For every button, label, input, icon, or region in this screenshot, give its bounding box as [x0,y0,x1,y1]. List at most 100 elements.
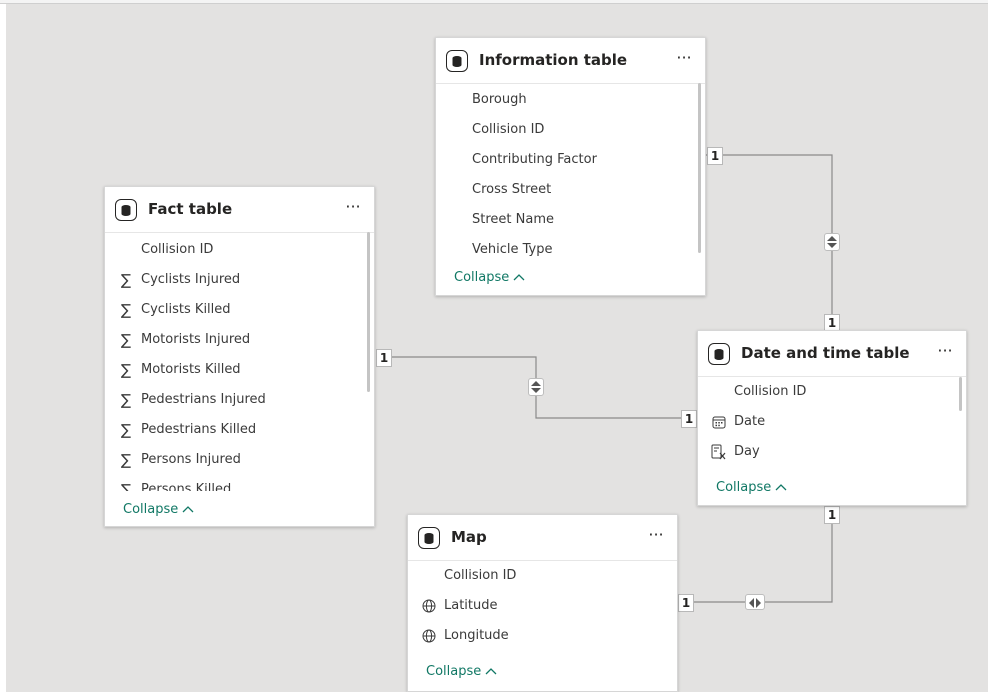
field-row[interactable]: Cross Street [436,175,705,205]
cardinality-badge-datetime: 1 [681,410,697,428]
field-row[interactable]: Collision ID [698,377,966,407]
field-row[interactable]: Street Name [436,205,705,235]
information-table-card[interactable]: Information table ··· Borough Collision … [435,37,706,296]
field-row[interactable]: ∑ Cyclists Killed [105,295,374,325]
sum-icon: ∑ [120,481,132,491]
field-row[interactable]: ∑ Motorists Injured [105,325,374,355]
cross-filter-both-handle[interactable] [824,233,840,251]
cardinality-badge-fact: 1 [376,349,392,367]
relationship-line-information-datetime [706,154,833,330]
field-label: Motorists Killed [141,362,241,377]
field-row[interactable]: Day [698,437,966,467]
table-database-icon [115,199,137,221]
card-header[interactable]: Date and time table ··· [698,331,966,377]
collapse-button[interactable]: Collapse [716,480,787,495]
field-label: Persons Killed [141,482,232,491]
card-header[interactable]: Map ··· [408,515,677,561]
sum-icon: ∑ [120,421,132,439]
field-label: Collision ID [734,384,807,399]
table-title: Fact table [148,200,233,218]
sum-icon: ∑ [120,451,132,469]
more-options-icon[interactable]: ··· [645,527,667,547]
date-time-table-card[interactable]: Date and time table ··· Collision ID Dat… [697,330,967,506]
cardinality-badge-information: 1 [707,147,723,165]
field-row[interactable]: Collision ID [408,561,677,591]
table-database-icon [446,50,468,72]
field-label: Pedestrians Killed [141,422,257,437]
table-title: Map [451,528,487,546]
field-row[interactable]: ∑ Motorists Killed [105,355,374,385]
field-label: Latitude [444,598,498,613]
calendar-icon [711,414,727,430]
collapse-label: Collapse [716,480,772,495]
sum-icon: ∑ [120,271,132,289]
field-label: Cyclists Injured [141,272,241,287]
chevron-up-icon [775,480,787,495]
sum-icon: ∑ [120,331,132,349]
scrollbar[interactable] [367,232,370,392]
globe-icon [421,598,437,614]
field-row[interactable]: Collision ID [105,235,374,265]
field-row[interactable]: Latitude [408,591,677,621]
more-options-icon[interactable]: ··· [934,343,956,363]
field-row[interactable]: Collision ID [436,115,705,145]
scrollbar[interactable] [698,83,701,253]
more-options-icon[interactable]: ··· [673,50,695,70]
scrollbar[interactable] [959,377,962,411]
chevron-up-icon [182,502,194,517]
collapse-label: Collapse [426,664,482,679]
field-list: Collision ID ∑ Cyclists Injured ∑ Cyclists… [105,233,374,491]
field-label: Borough [472,92,527,107]
bidirectional-horizontal-icon [749,598,761,608]
field-label: Contributing Factor [472,152,597,167]
card-header[interactable]: Information table ··· [436,38,705,84]
field-row[interactable]: Date [698,407,966,437]
collapse-button[interactable]: Collapse [123,502,194,517]
field-label: Collision ID [444,568,517,583]
cross-filter-both-handle[interactable] [745,594,765,610]
table-database-icon [418,527,440,549]
more-options-icon[interactable]: ··· [342,199,364,219]
field-row[interactable]: ∑ Cyclists Injured [105,265,374,295]
field-row[interactable]: Vehicle Type [436,235,705,259]
field-label: Date [734,414,766,429]
card-header[interactable]: Fact table ··· [105,187,374,233]
field-row[interactable]: Borough [436,85,705,115]
collapse-label: Collapse [123,502,179,517]
field-label: Cross Street [472,182,552,197]
chevron-up-icon [513,270,525,285]
field-label: Day [734,444,760,459]
fact-table-card[interactable]: Fact table ··· Collision ID ∑ Cyclists In… [104,186,375,527]
field-row[interactable]: ∑ Persons Killed [105,475,374,491]
table-title: Information table [479,51,628,69]
calculated-column-icon [711,444,727,460]
field-label: Collision ID [472,122,545,137]
globe-icon [421,628,437,644]
field-row[interactable]: ∑ Pedestrians Injured [105,385,374,415]
field-label: Street Name [472,212,554,227]
relationship-line-map-datetime [678,506,833,603]
collapse-label: Collapse [454,270,510,285]
bidirectional-vertical-icon [531,381,541,393]
collapse-button[interactable]: Collapse [454,270,525,285]
sum-icon: ∑ [120,301,132,319]
field-label: Persons Injured [141,452,241,467]
table-database-icon [708,343,730,365]
sum-icon: ∑ [120,391,132,409]
sum-icon: ∑ [120,361,132,379]
field-list: Borough Collision ID Contributing Factor… [436,84,705,259]
field-label: Collision ID [141,242,214,257]
table-title: Date and time table [741,344,910,362]
field-label: Cyclists Killed [141,302,231,317]
field-list: Collision ID Date Day [698,377,966,469]
field-row[interactable]: Longitude [408,621,677,651]
map-table-card[interactable]: Map ··· Collision ID Latitude Longitude … [407,514,678,692]
field-row[interactable]: ∑ Pedestrians Killed [105,415,374,445]
collapse-button[interactable]: Collapse [426,664,497,679]
field-label: Pedestrians Injured [141,392,266,407]
field-row[interactable]: ∑ Persons Injured [105,445,374,475]
cross-filter-both-handle[interactable] [528,378,544,396]
cardinality-badge-map: 1 [678,594,694,612]
field-row[interactable]: Contributing Factor [436,145,705,175]
field-label: Motorists Injured [141,332,251,347]
